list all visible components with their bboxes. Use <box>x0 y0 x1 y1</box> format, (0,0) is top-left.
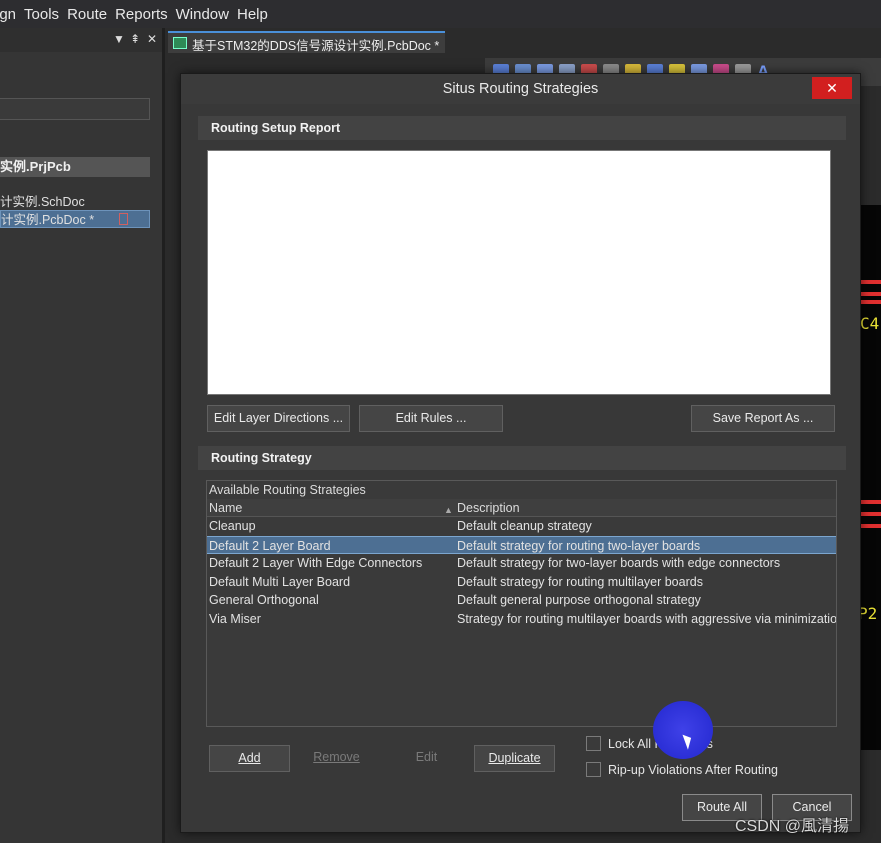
pcb-pad <box>861 512 881 516</box>
sort-ascending-icon: ▲ <box>444 505 453 515</box>
pcb-pad <box>861 300 881 304</box>
strategy-row[interactable]: Via Miser Strategy for routing multilaye… <box>207 610 836 629</box>
strategy-description: Default strategy for routing two-layer b… <box>457 538 701 553</box>
add-button[interactable]: Add <box>209 745 290 772</box>
lock-all-preroutes-checkbox[interactable] <box>586 736 601 751</box>
routing-strategy-header: Routing Strategy <box>198 446 846 470</box>
project-item[interactable]: 实例.PrjPcb <box>0 157 150 177</box>
tab-pcbdoc[interactable]: 基于STM32的DDS信号源设计实例.PcbDoc * <box>168 31 446 53</box>
pcb-pad <box>861 524 881 528</box>
edit-button-label: Edit <box>415 750 438 764</box>
routing-setup-report-header: Routing Setup Report <box>198 116 846 140</box>
strategy-description: Default general purpose orthogonal strat… <box>457 593 701 607</box>
strategies-list: Available Routing Strategies Name ▲ Desc… <box>206 480 837 727</box>
menu-help[interactable]: Help <box>233 6 272 23</box>
panel-header: ▼ ⇞ ✕ <box>0 28 162 52</box>
strategy-description: Strategy for routing multilayer boards w… <box>457 611 836 626</box>
menu-design[interactable]: ign <box>0 6 20 23</box>
close-icon: ✕ <box>826 80 838 96</box>
remove-button-label: Remove <box>313 750 360 764</box>
strategy-name: Default 2 Layer With Edge Connectors <box>209 556 423 570</box>
strategy-description: Default strategy for two-layer boards wi… <box>457 556 781 570</box>
menu-reports[interactable]: Reports <box>111 6 172 23</box>
remove-button[interactable]: Remove <box>296 745 377 772</box>
ripup-violations-checkbox[interactable] <box>586 762 601 777</box>
ripup-violations-option[interactable]: Rip-up Violations After Routing <box>586 762 778 777</box>
close-icon[interactable]: ✕ <box>147 32 157 46</box>
menu-route[interactable]: Route <box>63 6 111 23</box>
duplicate-button-label: Duplicate <box>488 751 541 765</box>
strategy-name: Cleanup <box>209 519 256 533</box>
pcb-pad <box>861 500 881 504</box>
pcb-doc-icon <box>173 37 187 49</box>
cursor-highlight <box>653 701 713 759</box>
strategy-row[interactable]: Default Multi Layer Board Default strate… <box>207 573 836 592</box>
edit-button[interactable]: Edit <box>386 745 467 772</box>
ripup-violations-label: Rip-up Violations After Routing <box>608 762 779 777</box>
projects-panel: ▼ ⇞ ✕ 实例.PrjPcb 计实例.SchDoc 计实例.PcbDoc * <box>0 28 165 843</box>
panel-menu-icon[interactable]: ▼ <box>113 32 125 46</box>
column-header-description[interactable]: Description <box>456 499 836 516</box>
pcb-pad <box>861 280 881 284</box>
dialog-title: Situs Routing Strategies <box>442 81 599 97</box>
routing-setup-report-view[interactable] <box>207 150 831 395</box>
edit-layer-directions-button[interactable]: Edit Layer Directions ... <box>207 405 350 432</box>
close-button[interactable]: ✕ <box>812 77 852 99</box>
pcb-designator: C4 <box>860 314 880 333</box>
file-label: 计实例.PcbDoc * <box>1 213 95 227</box>
column-header-name[interactable]: Name <box>207 499 456 516</box>
menu-window[interactable]: Window <box>172 6 233 23</box>
file-item-schdoc[interactable]: 计实例.SchDoc <box>0 193 150 211</box>
strategy-name: General Orthogonal <box>209 593 319 607</box>
strategies-caption: Available Routing Strategies <box>209 483 366 497</box>
pcb-pad <box>861 292 881 296</box>
pin-icon[interactable]: ⇞ <box>130 32 140 46</box>
menubar: ign Tools Route Reports Window Help <box>0 0 881 28</box>
strategy-row[interactable]: Default 2 Layer With Edge Connectors Def… <box>207 554 836 573</box>
add-button-label: Add <box>238 751 261 765</box>
strategy-row-selected[interactable]: Default 2 Layer Board Default strategy f… <box>207 535 836 554</box>
edit-rules-button[interactable]: Edit Rules ... <box>359 405 503 432</box>
strategy-description: Default cleanup strategy <box>457 519 592 533</box>
dialog-title-bar[interactable]: Situs Routing Strategies ✕ <box>181 74 860 104</box>
modified-doc-icon <box>119 213 128 225</box>
strategy-description: Default strategy for routing multilayer … <box>457 574 703 589</box>
strategies-table-header: Name ▲ Description <box>207 499 836 517</box>
strategy-name: Via Miser <box>209 611 261 626</box>
duplicate-button[interactable]: Duplicate <box>474 745 555 772</box>
menu-tools[interactable]: Tools <box>20 6 63 23</box>
save-report-as-button[interactable]: Save Report As ... <box>691 405 835 432</box>
strategy-row[interactable]: Cleanup Default cleanup strategy <box>207 517 836 536</box>
tab-label: 基于STM32的DDS信号源设计实例.PcbDoc * <box>192 39 440 53</box>
file-item-pcbdoc[interactable]: 计实例.PcbDoc * <box>0 210 150 228</box>
strategy-row[interactable]: General Orthogonal Default general purpo… <box>207 591 836 610</box>
strategy-name: Default 2 Layer Board <box>209 538 331 553</box>
panel-search-input[interactable] <box>0 98 150 120</box>
situs-routing-strategies-dialog: Situs Routing Strategies ✕ Routing Setup… <box>180 73 861 833</box>
file-label: 计实例.SchDoc <box>0 195 85 209</box>
strategy-name: Default Multi Layer Board <box>209 574 351 589</box>
watermark: CSDN @風清揚 <box>735 818 850 835</box>
